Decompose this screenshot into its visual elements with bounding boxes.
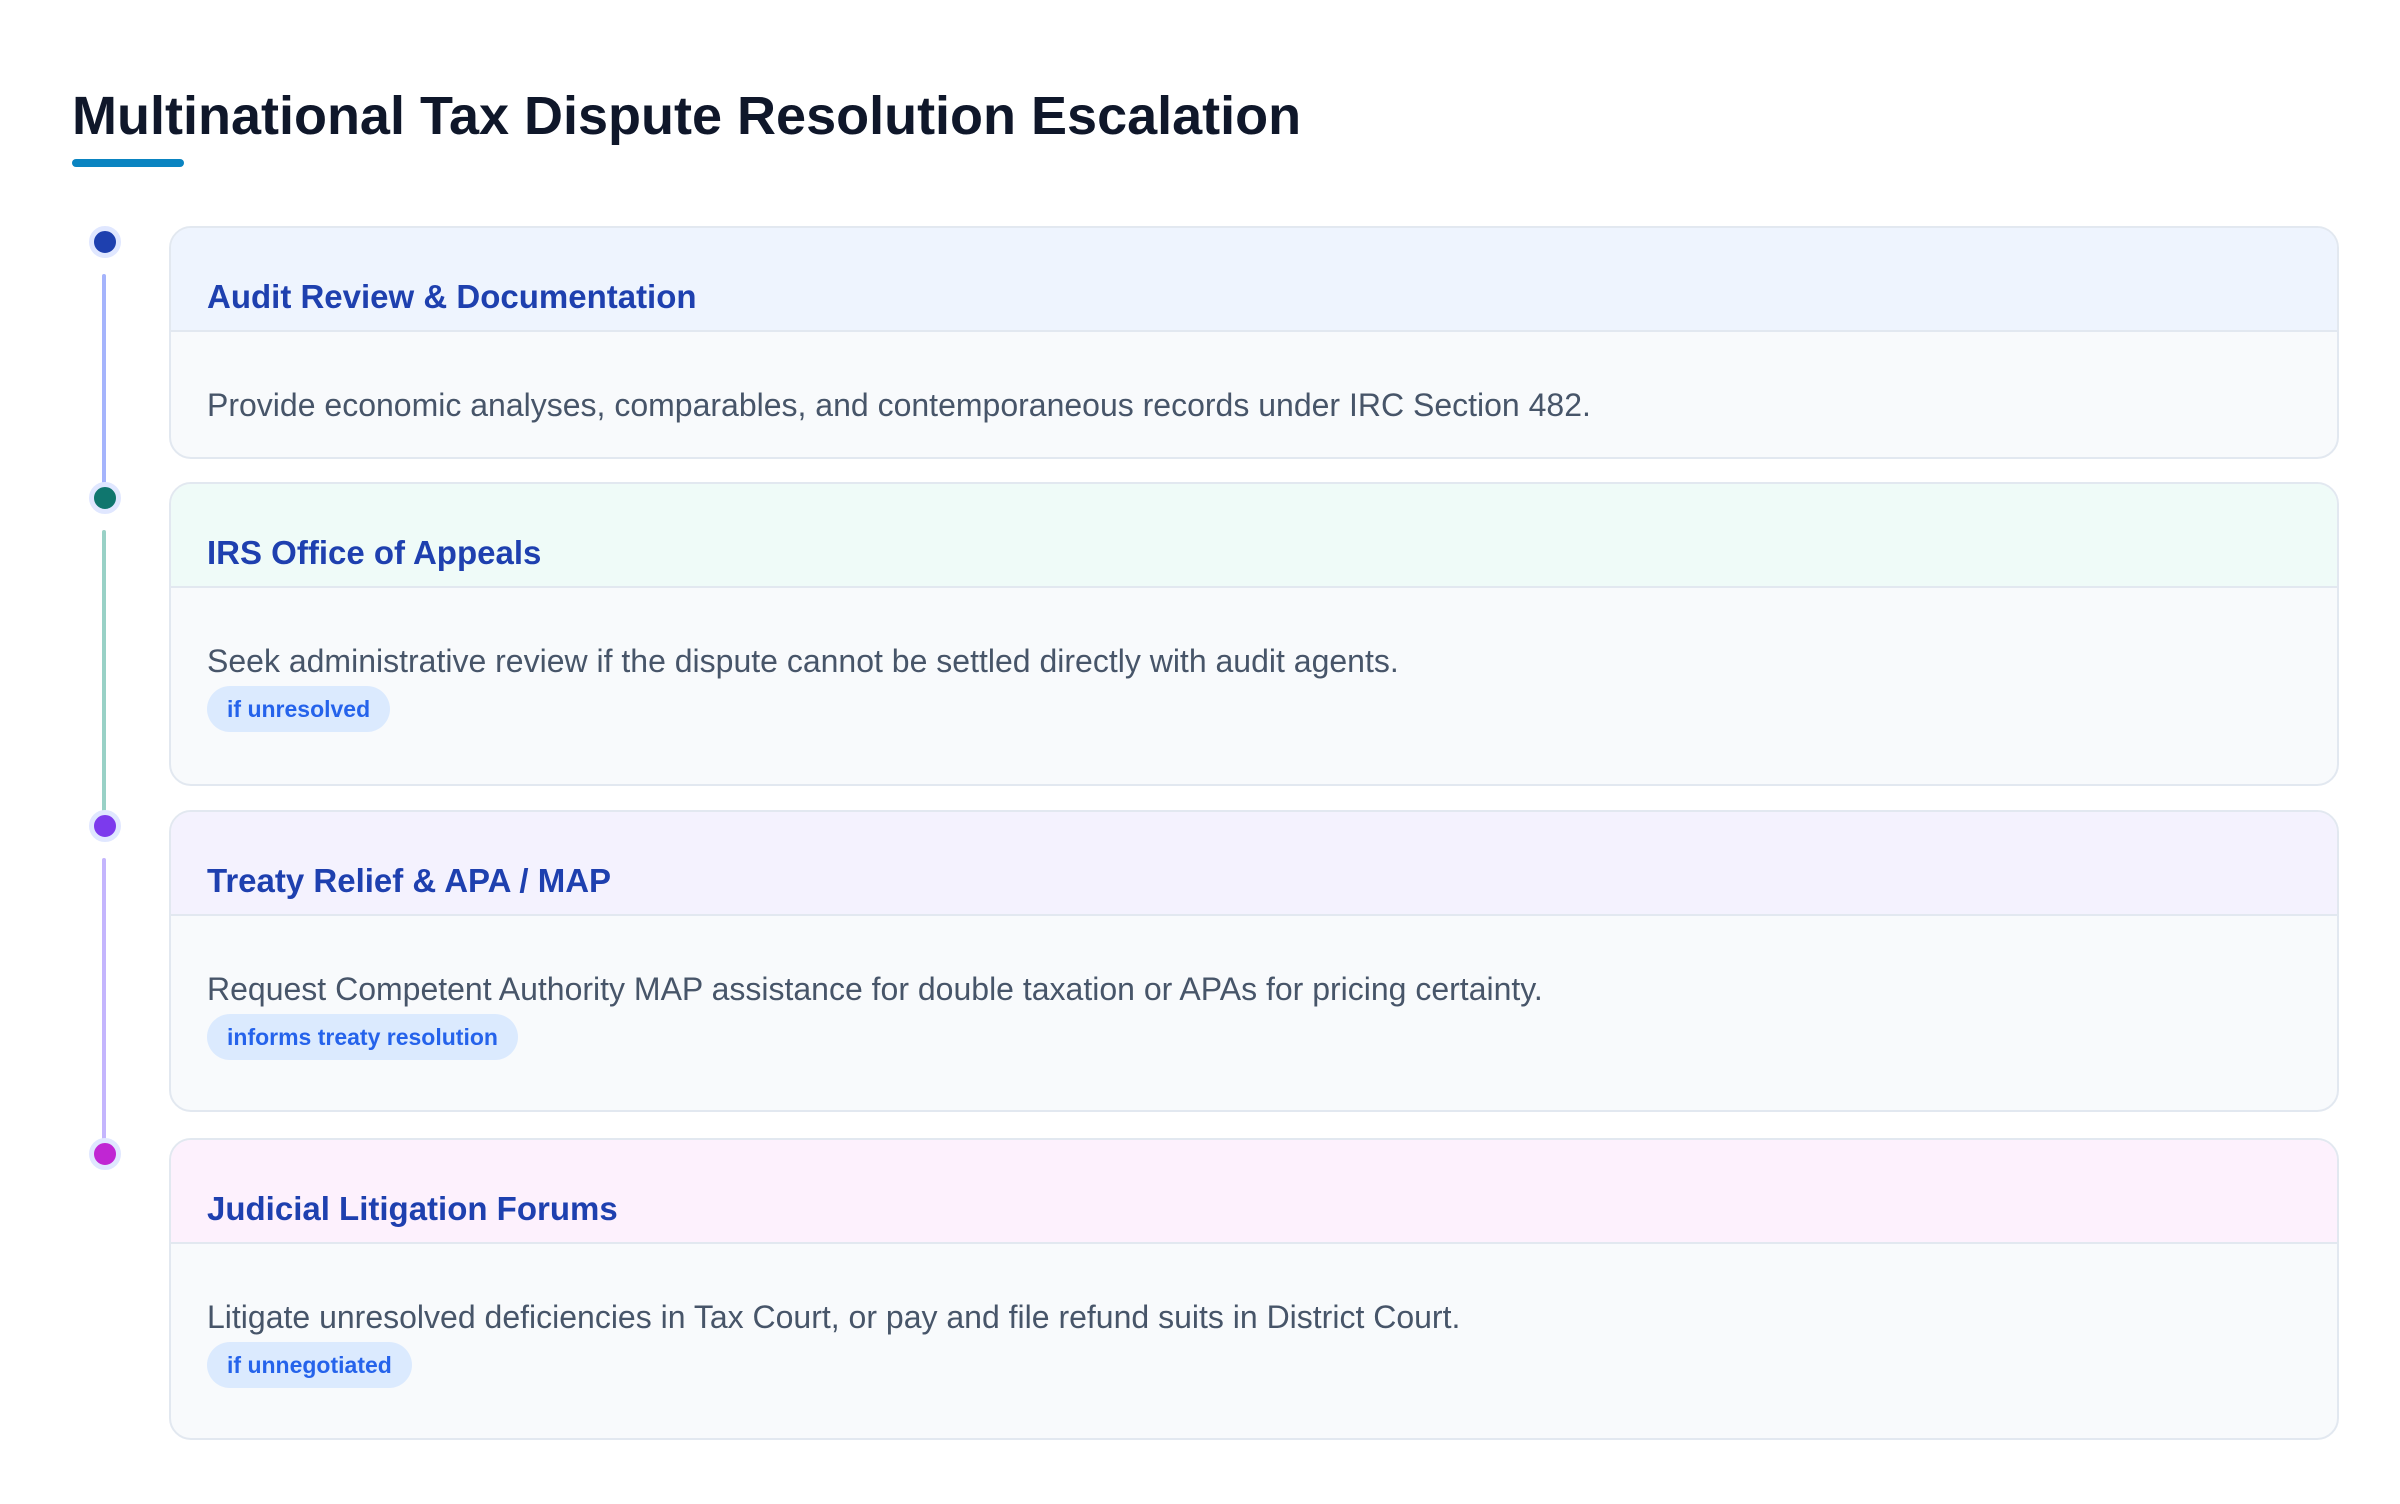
step-card-header: Judicial Litigation Forums <box>171 1140 2337 1244</box>
step-title: Treaty Relief & APA / MAP <box>207 862 612 899</box>
step-card-header: Audit Review & Documentation <box>171 228 2337 332</box>
step-marker-dot <box>89 810 121 842</box>
step-card: Judicial Litigation Forums Litigate unre… <box>169 1138 2339 1440</box>
step-condition-tag: informs treaty resolution <box>207 1014 518 1060</box>
step-card: Audit Review & Documentation Provide eco… <box>169 226 2339 459</box>
step-marker-dot <box>89 226 121 258</box>
step-card: IRS Office of Appeals Seek administrativ… <box>169 482 2339 786</box>
step-title: Judicial Litigation Forums <box>207 1190 618 1227</box>
step-connector-line <box>102 274 106 484</box>
step-title: IRS Office of Appeals <box>207 534 542 571</box>
step-card-header: IRS Office of Appeals <box>171 484 2337 588</box>
step-description: Request Competent Authority MAP assistan… <box>207 971 1543 1007</box>
step-description: Litigate unresolved deficiencies in Tax … <box>207 1299 1461 1335</box>
step-condition-tag: if unresolved <box>207 686 391 732</box>
step-marker-dot <box>89 1138 121 1170</box>
step-title: Audit Review & Documentation <box>207 278 697 315</box>
step-condition-tag: if unnegotiated <box>207 1342 412 1388</box>
step-description: Seek administrative review if the disput… <box>207 643 1399 679</box>
step-card: Treaty Relief & APA / MAP Request Compet… <box>169 810 2339 1112</box>
escalation-timeline: Audit Review & Documentation Provide eco… <box>0 0 2400 1504</box>
step-description: Provide economic analyses, comparables, … <box>207 387 1591 423</box>
step-connector-line <box>102 858 106 1154</box>
step-connector-line <box>102 530 106 826</box>
step-marker-dot <box>89 482 121 514</box>
step-card-header: Treaty Relief & APA / MAP <box>171 812 2337 916</box>
